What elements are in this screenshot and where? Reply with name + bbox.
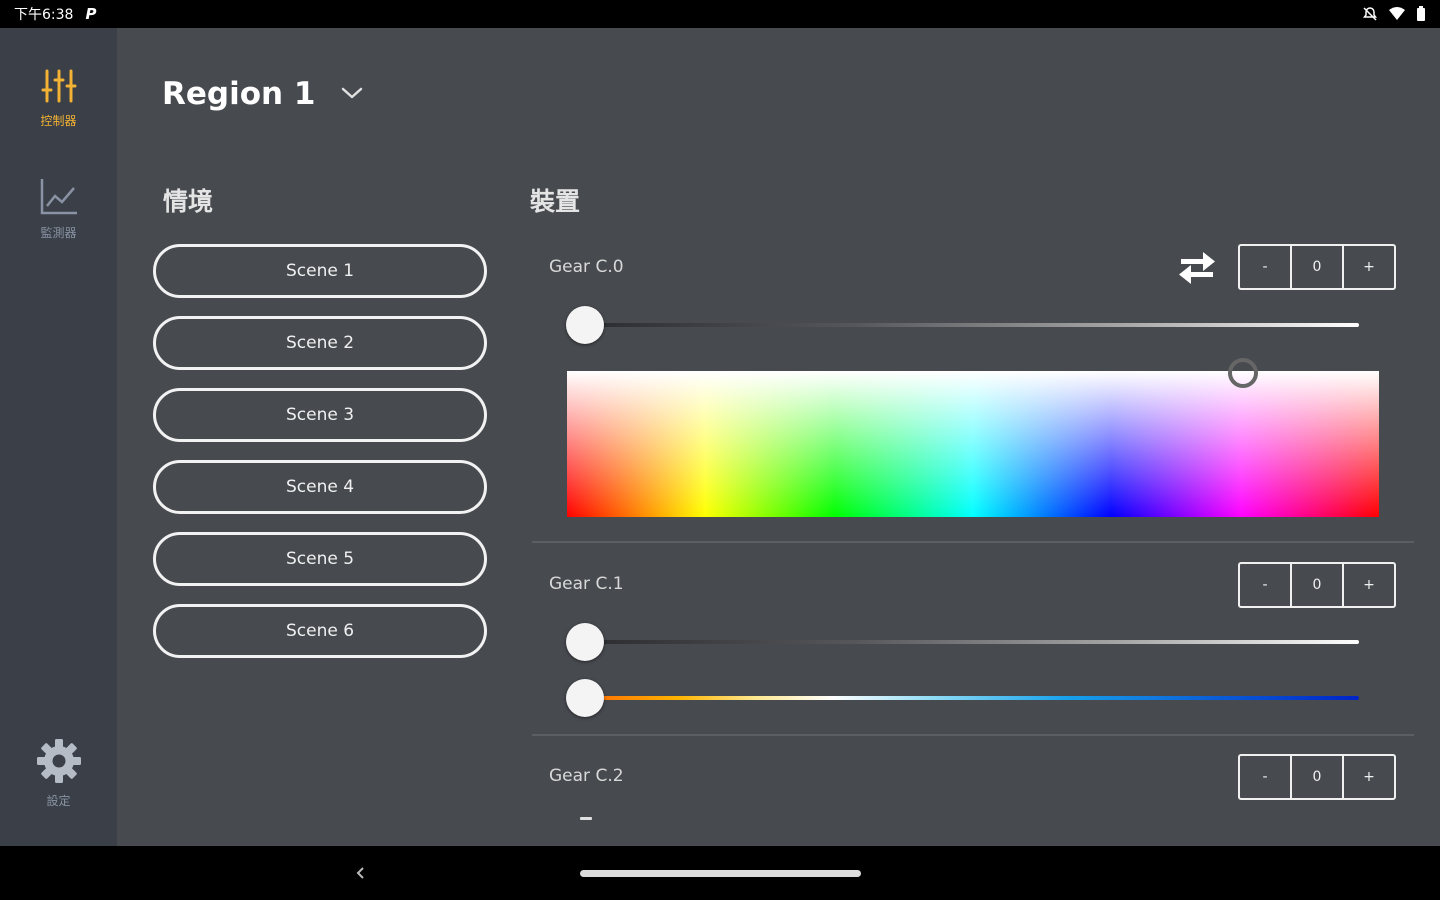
sidebar-item-settings[interactable]: 設定 bbox=[0, 738, 117, 809]
color-picker-handle[interactable] bbox=[1228, 358, 1258, 388]
color-picker[interactable] bbox=[567, 371, 1379, 517]
scene-5-button[interactable]: Scene 5 bbox=[153, 532, 487, 586]
scene-6-button[interactable]: Scene 6 bbox=[153, 604, 487, 658]
scene-3-button[interactable]: Scene 3 bbox=[153, 388, 487, 442]
gear-divider bbox=[532, 734, 1414, 736]
status-time: 下午6:38 bbox=[14, 7, 74, 23]
increment-button[interactable]: + bbox=[1344, 246, 1394, 288]
scene-list: Scene 1 Scene 2 Scene 3 Scene 4 Scene 5 … bbox=[153, 244, 487, 676]
notifications-off-icon bbox=[1362, 6, 1378, 22]
status-right bbox=[1362, 6, 1426, 22]
back-icon[interactable] bbox=[350, 862, 370, 888]
gear-level-stepper: - 0 + bbox=[1238, 244, 1396, 290]
app-indicator-icon: P bbox=[85, 5, 97, 23]
swap-arrows-icon[interactable] bbox=[1177, 250, 1217, 290]
sidebar-item-label: 監測器 bbox=[40, 226, 77, 240]
increment-button[interactable]: + bbox=[1344, 564, 1394, 606]
decrement-button[interactable]: - bbox=[1240, 246, 1292, 288]
increment-button[interactable]: + bbox=[1344, 756, 1394, 798]
chevron-down-icon bbox=[341, 85, 363, 104]
line-chart-icon bbox=[0, 176, 117, 216]
sidebar: 控制器 監測器 設定 bbox=[0, 28, 117, 846]
status-left: 下午6:38 P bbox=[14, 4, 96, 24]
brightness-slider-track[interactable] bbox=[585, 640, 1359, 644]
gear-level-stepper: - 0 + bbox=[1238, 562, 1396, 608]
battery-icon bbox=[1416, 6, 1426, 22]
brightness-slider-handle[interactable] bbox=[566, 306, 604, 344]
decrement-button[interactable]: - bbox=[1240, 564, 1292, 606]
sidebar-item-monitor[interactable]: 監測器 bbox=[0, 176, 117, 241]
region-title: Region 1 bbox=[162, 76, 316, 112]
color-temperature-slider-handle[interactable] bbox=[566, 679, 604, 717]
gear-name: Gear C.0 bbox=[549, 257, 624, 277]
gear-name: Gear C.1 bbox=[549, 574, 624, 594]
system-navigation-bar bbox=[0, 846, 1440, 900]
partial-slider-handle bbox=[580, 817, 592, 820]
devices-heading: 裝置 bbox=[530, 187, 581, 216]
decrement-button[interactable]: - bbox=[1240, 756, 1292, 798]
sliders-icon bbox=[0, 68, 117, 104]
scenes-heading: 情境 bbox=[163, 187, 214, 216]
main-panel: Region 1 情境 裝置 Scene 1 Scene 2 Scene 3 S… bbox=[117, 28, 1440, 846]
scene-4-button[interactable]: Scene 4 bbox=[153, 460, 487, 514]
scene-1-button[interactable]: Scene 1 bbox=[153, 244, 487, 298]
home-handle[interactable] bbox=[580, 870, 861, 877]
wifi-icon bbox=[1388, 6, 1406, 22]
sidebar-settings-label: 設定 bbox=[46, 794, 71, 808]
color-temperature-slider-track[interactable] bbox=[585, 696, 1359, 700]
stepper-value[interactable]: 0 bbox=[1292, 246, 1344, 288]
gear-name: Gear C.2 bbox=[549, 766, 624, 786]
sidebar-item-label: 控制器 bbox=[40, 114, 77, 128]
gear-icon bbox=[0, 738, 117, 784]
sidebar-item-controller[interactable]: 控制器 bbox=[0, 68, 117, 129]
stepper-value[interactable]: 0 bbox=[1292, 756, 1344, 798]
gear-level-stepper: - 0 + bbox=[1238, 754, 1396, 800]
brightness-slider-track[interactable] bbox=[585, 323, 1359, 327]
gear-divider bbox=[532, 541, 1414, 543]
stepper-value[interactable]: 0 bbox=[1292, 564, 1344, 606]
status-bar: 下午6:38 P bbox=[0, 0, 1440, 28]
region-dropdown[interactable]: Region 1 bbox=[162, 76, 363, 112]
brightness-slider-handle[interactable] bbox=[566, 623, 604, 661]
scene-2-button[interactable]: Scene 2 bbox=[153, 316, 487, 370]
